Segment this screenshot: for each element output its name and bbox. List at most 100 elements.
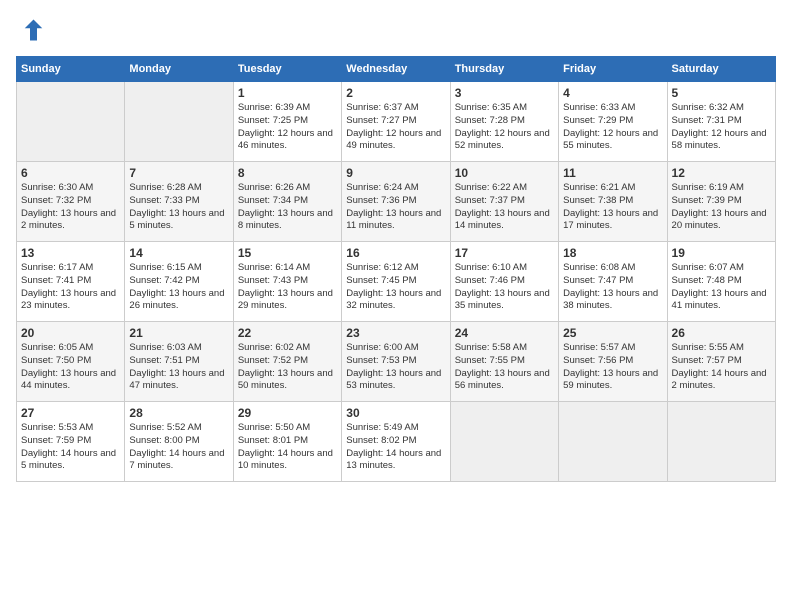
day-number: 25 (563, 326, 662, 340)
logo-icon (16, 16, 44, 44)
day-number: 22 (238, 326, 337, 340)
weekday-header-wednesday: Wednesday (342, 57, 450, 82)
day-number: 29 (238, 406, 337, 420)
day-cell: 10 Sunrise: 6:22 AM Sunset: 7:37 PM Dayli… (450, 162, 558, 242)
day-cell: 29 Sunrise: 5:50 AM Sunset: 8:01 PM Dayli… (233, 402, 341, 482)
day-cell: 5 Sunrise: 6:32 AM Sunset: 7:31 PM Daylig… (667, 82, 775, 162)
day-info: Sunrise: 6:15 AM Sunset: 7:42 PM Dayligh… (129, 262, 228, 313)
day-number: 12 (672, 166, 771, 180)
day-info: Sunrise: 5:49 AM Sunset: 8:02 PM Dayligh… (346, 422, 445, 473)
day-info: Sunrise: 6:05 AM Sunset: 7:50 PM Dayligh… (21, 342, 120, 393)
day-cell (450, 402, 558, 482)
day-cell: 7 Sunrise: 6:28 AM Sunset: 7:33 PM Daylig… (125, 162, 233, 242)
day-number: 6 (21, 166, 120, 180)
logo (16, 16, 48, 44)
day-info: Sunrise: 6:03 AM Sunset: 7:51 PM Dayligh… (129, 342, 228, 393)
weekday-header-sunday: Sunday (17, 57, 125, 82)
day-info: Sunrise: 6:14 AM Sunset: 7:43 PM Dayligh… (238, 262, 337, 313)
day-info: Sunrise: 6:02 AM Sunset: 7:52 PM Dayligh… (238, 342, 337, 393)
day-number: 18 (563, 246, 662, 260)
day-number: 4 (563, 86, 662, 100)
day-info: Sunrise: 6:33 AM Sunset: 7:29 PM Dayligh… (563, 102, 662, 153)
day-cell: 20 Sunrise: 6:05 AM Sunset: 7:50 PM Dayli… (17, 322, 125, 402)
day-cell: 15 Sunrise: 6:14 AM Sunset: 7:43 PM Dayli… (233, 242, 341, 322)
day-number: 16 (346, 246, 445, 260)
day-info: Sunrise: 6:07 AM Sunset: 7:48 PM Dayligh… (672, 262, 771, 313)
day-number: 5 (672, 86, 771, 100)
day-number: 20 (21, 326, 120, 340)
day-number: 10 (455, 166, 554, 180)
day-number: 24 (455, 326, 554, 340)
calendar-header: SundayMondayTuesdayWednesdayThursdayFrid… (17, 57, 776, 82)
day-cell: 11Sunrise: 6:21 AM Sunset: 7:38 PM Dayli… (559, 162, 667, 242)
day-number: 27 (21, 406, 120, 420)
week-row-5: 27Sunrise: 5:53 AM Sunset: 7:59 PM Dayli… (17, 402, 776, 482)
weekday-row: SundayMondayTuesdayWednesdayThursdayFrid… (17, 57, 776, 82)
day-number: 1 (238, 86, 337, 100)
week-row-4: 20 Sunrise: 6:05 AM Sunset: 7:50 PM Dayli… (17, 322, 776, 402)
day-cell: 16 Sunrise: 6:12 AM Sunset: 7:45 PM Dayli… (342, 242, 450, 322)
day-cell: 14 Sunrise: 6:15 AM Sunset: 7:42 PM Dayli… (125, 242, 233, 322)
day-number: 2 (346, 86, 445, 100)
weekday-header-saturday: Saturday (667, 57, 775, 82)
day-cell (17, 82, 125, 162)
weekday-header-thursday: Thursday (450, 57, 558, 82)
day-cell: 13 Sunrise: 6:17 AM Sunset: 7:41 PM Dayli… (17, 242, 125, 322)
calendar-body: 1 Sunrise: 6:39 AM Sunset: 7:25 PM Daylig… (17, 82, 776, 482)
day-number: 21 (129, 326, 228, 340)
day-info: Sunrise: 6:24 AM Sunset: 7:36 PM Dayligh… (346, 182, 445, 233)
day-cell: 21 Sunrise: 6:03 AM Sunset: 7:51 PM Dayli… (125, 322, 233, 402)
day-cell: 18 Sunrise: 6:08 AM Sunset: 7:47 PM Dayli… (559, 242, 667, 322)
day-info: Sunrise: 5:58 AM Sunset: 7:55 PM Dayligh… (455, 342, 554, 393)
day-number: 30 (346, 406, 445, 420)
day-info: Sunrise: 6:22 AM Sunset: 7:37 PM Dayligh… (455, 182, 554, 233)
day-number: 13 (21, 246, 120, 260)
day-number: 8 (238, 166, 337, 180)
calendar-table: SundayMondayTuesdayWednesdayThursdayFrid… (16, 56, 776, 482)
day-number: 19 (672, 246, 771, 260)
day-cell: 4 Sunrise: 6:33 AM Sunset: 7:29 PM Daylig… (559, 82, 667, 162)
day-cell: 3Sunrise: 6:35 AM Sunset: 7:28 PM Daylig… (450, 82, 558, 162)
day-info: Sunrise: 6:26 AM Sunset: 7:34 PM Dayligh… (238, 182, 337, 233)
day-info: Sunrise: 6:00 AM Sunset: 7:53 PM Dayligh… (346, 342, 445, 393)
day-info: Sunrise: 6:19 AM Sunset: 7:39 PM Dayligh… (672, 182, 771, 233)
week-row-3: 13 Sunrise: 6:17 AM Sunset: 7:41 PM Dayli… (17, 242, 776, 322)
day-info: Sunrise: 6:32 AM Sunset: 7:31 PM Dayligh… (672, 102, 771, 153)
day-cell: 28 Sunrise: 5:52 AM Sunset: 8:00 PM Dayli… (125, 402, 233, 482)
day-number: 23 (346, 326, 445, 340)
day-cell: 17 Sunrise: 6:10 AM Sunset: 7:46 PM Dayli… (450, 242, 558, 322)
day-info: Sunrise: 6:39 AM Sunset: 7:25 PM Dayligh… (238, 102, 337, 153)
day-info: Sunrise: 5:50 AM Sunset: 8:01 PM Dayligh… (238, 422, 337, 473)
day-cell: 26Sunrise: 5:55 AM Sunset: 7:57 PM Dayli… (667, 322, 775, 402)
day-info: Sunrise: 6:28 AM Sunset: 7:33 PM Dayligh… (129, 182, 228, 233)
day-cell (667, 402, 775, 482)
day-cell: 8 Sunrise: 6:26 AM Sunset: 7:34 PM Daylig… (233, 162, 341, 242)
day-cell: 12 Sunrise: 6:19 AM Sunset: 7:39 PM Dayli… (667, 162, 775, 242)
day-cell: 24 Sunrise: 5:58 AM Sunset: 7:55 PM Dayli… (450, 322, 558, 402)
day-cell: 19 Sunrise: 6:07 AM Sunset: 7:48 PM Dayli… (667, 242, 775, 322)
day-cell: 30 Sunrise: 5:49 AM Sunset: 8:02 PM Dayli… (342, 402, 450, 482)
day-number: 28 (129, 406, 228, 420)
day-info: Sunrise: 5:52 AM Sunset: 8:00 PM Dayligh… (129, 422, 228, 473)
day-number: 3 (455, 86, 554, 100)
day-number: 7 (129, 166, 228, 180)
day-number: 15 (238, 246, 337, 260)
day-cell: 25Sunrise: 5:57 AM Sunset: 7:56 PM Dayli… (559, 322, 667, 402)
weekday-header-tuesday: Tuesday (233, 57, 341, 82)
day-cell: 6 Sunrise: 6:30 AM Sunset: 7:32 PM Daylig… (17, 162, 125, 242)
day-info: Sunrise: 6:12 AM Sunset: 7:45 PM Dayligh… (346, 262, 445, 313)
day-cell: 1 Sunrise: 6:39 AM Sunset: 7:25 PM Daylig… (233, 82, 341, 162)
day-number: 26 (672, 326, 771, 340)
day-cell: 9Sunrise: 6:24 AM Sunset: 7:36 PM Daylig… (342, 162, 450, 242)
day-info: Sunrise: 6:08 AM Sunset: 7:47 PM Dayligh… (563, 262, 662, 313)
day-info: Sunrise: 6:30 AM Sunset: 7:32 PM Dayligh… (21, 182, 120, 233)
day-cell: 22 Sunrise: 6:02 AM Sunset: 7:52 PM Dayli… (233, 322, 341, 402)
day-info: Sunrise: 6:10 AM Sunset: 7:46 PM Dayligh… (455, 262, 554, 313)
day-number: 14 (129, 246, 228, 260)
day-cell: 2Sunrise: 6:37 AM Sunset: 7:27 PM Daylig… (342, 82, 450, 162)
day-info: Sunrise: 6:17 AM Sunset: 7:41 PM Dayligh… (21, 262, 120, 313)
day-number: 17 (455, 246, 554, 260)
week-row-2: 6 Sunrise: 6:30 AM Sunset: 7:32 PM Daylig… (17, 162, 776, 242)
day-number: 11 (563, 166, 662, 180)
week-row-1: 1 Sunrise: 6:39 AM Sunset: 7:25 PM Daylig… (17, 82, 776, 162)
